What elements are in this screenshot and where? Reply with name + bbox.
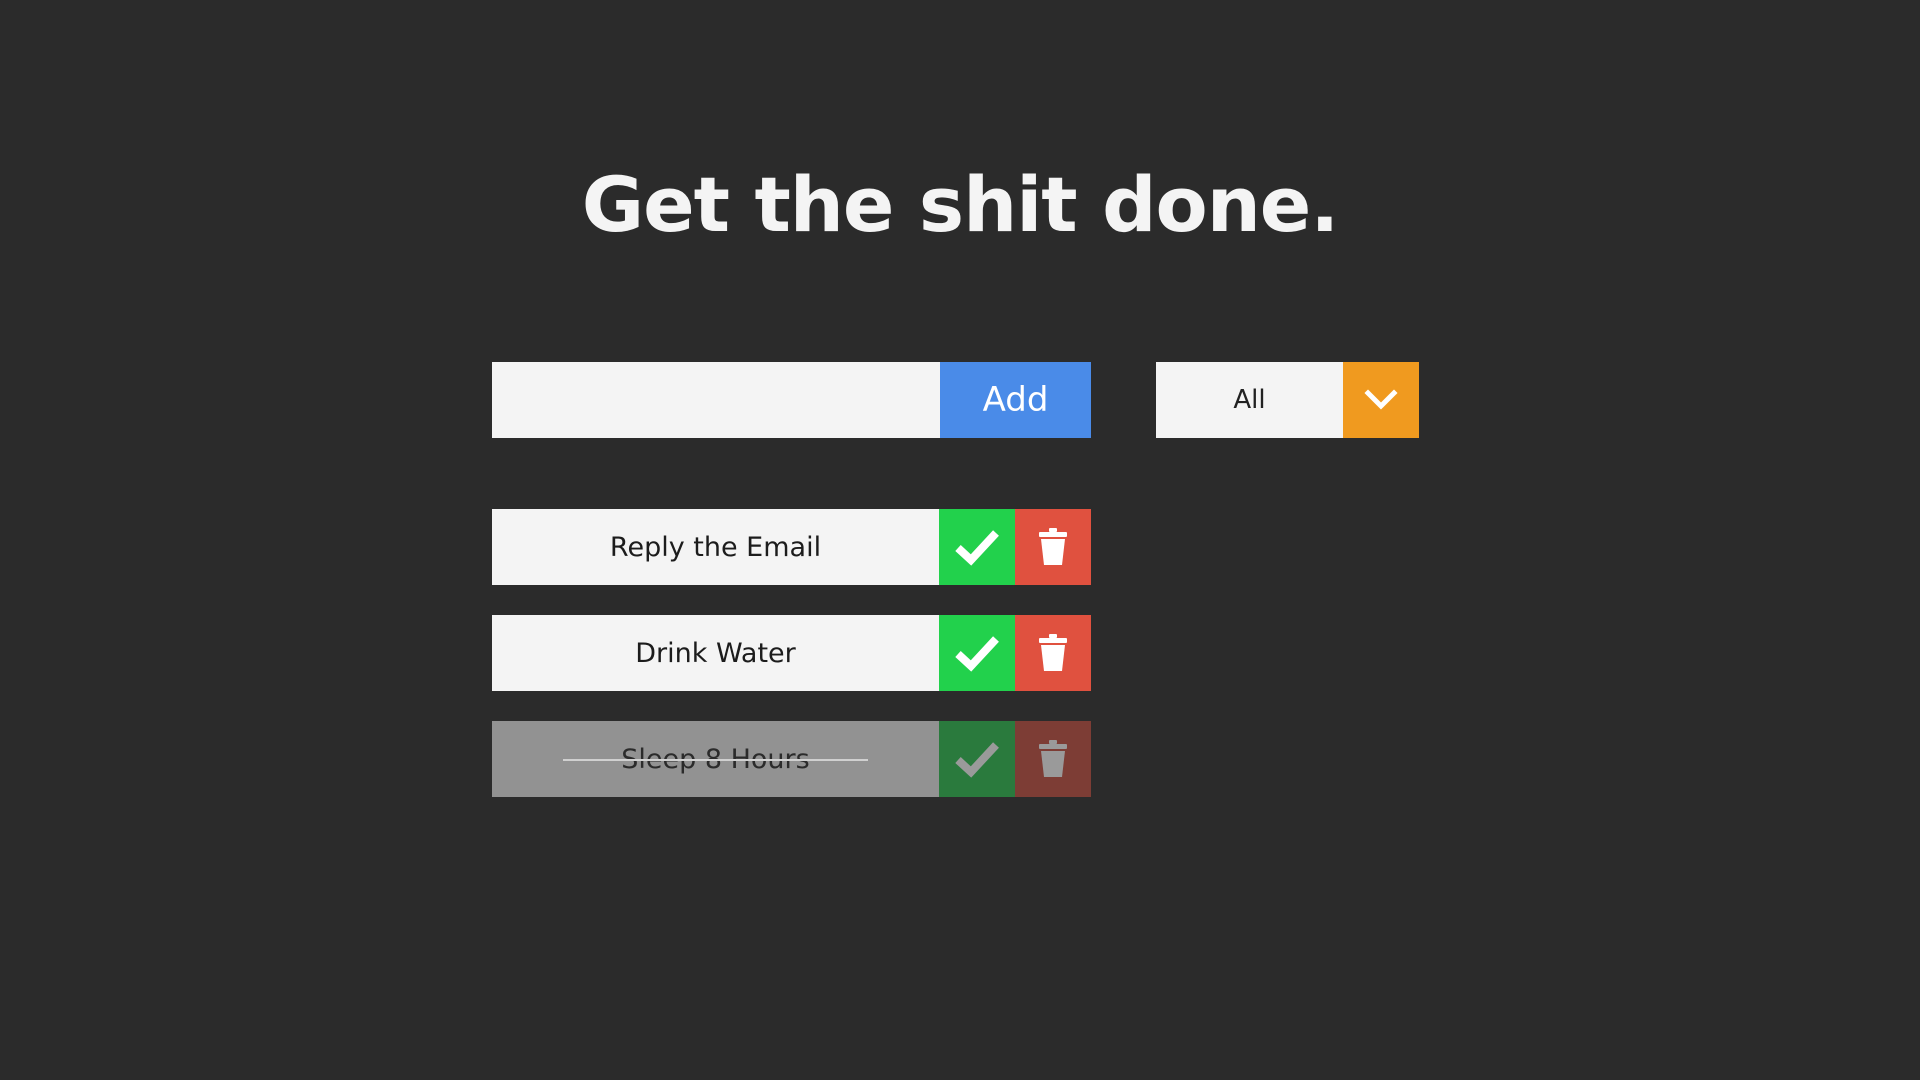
complete-button[interactable] bbox=[939, 615, 1015, 691]
filter-dropdown-button[interactable] bbox=[1343, 362, 1419, 438]
add-button[interactable]: Add bbox=[940, 362, 1091, 438]
todo-text: Drink Water bbox=[492, 615, 939, 691]
check-icon bbox=[955, 530, 999, 566]
delete-button[interactable] bbox=[1015, 615, 1091, 691]
todo-item: Drink Water bbox=[492, 615, 1091, 691]
todo-item: Reply the Email bbox=[492, 509, 1091, 585]
check-icon bbox=[955, 636, 999, 672]
todo-text: Reply the Email bbox=[492, 509, 939, 585]
todo-label: Sleep 8 Hours bbox=[563, 744, 869, 775]
delete-button[interactable] bbox=[1015, 509, 1091, 585]
chevron-down-icon bbox=[1364, 389, 1398, 410]
filter-selected-value[interactable]: All bbox=[1156, 362, 1343, 438]
todo-app: Get the shit done. Add All Reply the Ema… bbox=[0, 0, 1920, 1080]
trash-icon bbox=[1039, 528, 1067, 565]
complete-button[interactable] bbox=[939, 509, 1015, 585]
todo-label: Drink Water bbox=[635, 637, 796, 669]
todo-item-completed: Sleep 8 Hours bbox=[492, 721, 1091, 797]
page-title: Get the shit done. bbox=[581, 160, 1339, 249]
todo-label: Reply the Email bbox=[609, 531, 822, 563]
todo-input[interactable] bbox=[492, 362, 940, 438]
todo-text: Sleep 8 Hours bbox=[492, 721, 939, 797]
trash-icon bbox=[1039, 740, 1067, 777]
add-todo-form: Add bbox=[492, 362, 1091, 438]
complete-button[interactable] bbox=[939, 721, 1015, 797]
trash-icon bbox=[1039, 634, 1067, 671]
todo-list: Reply the Email Drink Water Sleep 8 Hour… bbox=[492, 509, 1091, 827]
filter-select[interactable]: All bbox=[1156, 362, 1419, 438]
delete-button[interactable] bbox=[1015, 721, 1091, 797]
check-icon bbox=[955, 742, 999, 778]
